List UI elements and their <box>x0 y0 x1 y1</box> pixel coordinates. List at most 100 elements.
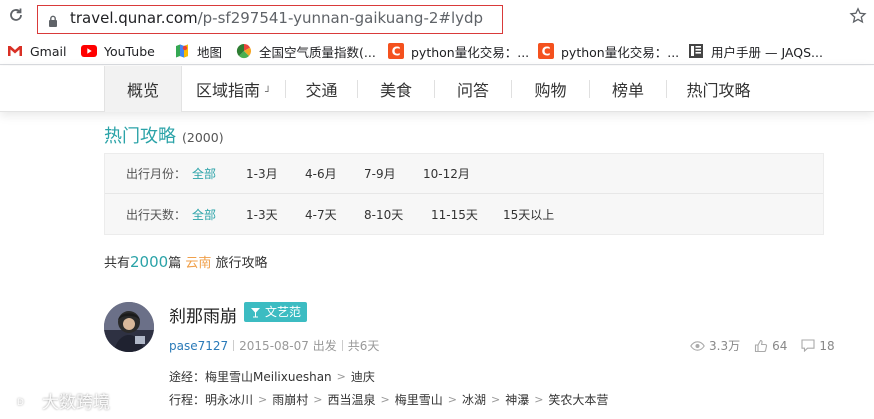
summary-count: 2000 <box>130 253 169 271</box>
itinerary-line: 行程： 明永冰川 > 雨崩村 > 西当温泉 > 梅里雪山 > 冰湖 > 神瀑 >… <box>169 391 608 408</box>
itinerary-arrow-icon: > <box>534 393 544 406</box>
filter-option-days-all[interactable]: 全部 <box>192 206 216 223</box>
filter-option-month[interactable]: 4-6月 <box>305 165 337 182</box>
itinerary-arrow-icon: > <box>313 393 323 406</box>
itinerary-stop[interactable]: 明永冰川 <box>205 391 253 408</box>
filter-option-month[interactable]: 1-3月 <box>246 165 278 182</box>
tab-region-guide[interactable]: 区域指南 ┘ <box>182 66 285 112</box>
itinerary-stop[interactable]: 梅里雪山 <box>395 391 443 408</box>
route-stop[interactable]: 迪庆 <box>351 368 375 385</box>
tab-label: 美食 <box>379 81 412 100</box>
itinerary-arrow-icon: > <box>258 393 268 406</box>
comments-count: 18 <box>819 338 835 353</box>
filter-panel: 出行月份： 全部 1-3月 4-6月 7-9月 10-12月 出行天数： 全部 … <box>104 153 824 235</box>
filter-option-days[interactable]: 1-3天 <box>246 206 278 223</box>
url-field[interactable]: travel.qunar.com/p-sf297541-yunnan-gaiku… <box>70 9 483 27</box>
thumbs-up-icon <box>755 339 768 352</box>
bookmark-label: Gmail <box>30 43 67 59</box>
address-bar-area: travel.qunar.com/p-sf297541-yunnan-gaiku… <box>0 0 874 36</box>
summary-location[interactable]: 云南 <box>185 256 211 271</box>
bookmark-maps[interactable]: 地图 <box>174 42 222 60</box>
filter-option-days[interactable]: 8-10天 <box>364 206 403 223</box>
comments-stat[interactable]: 18 <box>801 338 835 353</box>
bookmark-jaqs[interactable]: 用户手册 — JAQS... <box>688 42 823 60</box>
section-title-text: 热门攻略 <box>104 126 176 147</box>
tab-food[interactable]: 美食 <box>358 66 434 112</box>
likes-stat[interactable]: 64 <box>754 339 787 353</box>
filter-row-month: 出行月份： 全部 1-3月 4-6月 7-9月 10-12月 <box>105 154 823 194</box>
meta-divider <box>341 340 343 351</box>
views-stat: 3.3万 <box>690 337 740 354</box>
tab-rankings[interactable]: 榜单 <box>590 66 666 112</box>
gmail-icon <box>7 43 23 59</box>
filter-option-days[interactable]: 15天以上 <box>503 206 554 223</box>
watermark-text: 大数跨境 <box>42 393 110 413</box>
bookmark-aqi[interactable]: 全国空气质量指数(... <box>236 42 376 60</box>
itinerary-stop[interactable]: 笑农大本营 <box>548 391 608 408</box>
tab-shopping[interactable]: 购物 <box>512 66 589 112</box>
route-label: 途经： <box>169 370 206 384</box>
tab-label: 问答 <box>456 81 489 100</box>
route-stop[interactable]: 梅里雪山Meilixueshan <box>205 368 332 385</box>
tab-label: 概览 <box>126 81 159 100</box>
bookmark-label: YouTube <box>104 43 155 59</box>
meta-divider <box>233 340 235 351</box>
views-count: 3.3万 <box>709 339 741 353</box>
tab-label: 榜单 <box>611 81 644 100</box>
bookmark-label: python量化交易：... <box>411 44 530 60</box>
lock-icon[interactable] <box>48 12 58 27</box>
filter-option-days[interactable]: 4-7天 <box>305 206 337 223</box>
author-link[interactable]: pase7127 <box>169 339 228 353</box>
filter-option-month-all[interactable]: 全部 <box>192 165 216 182</box>
reload-icon[interactable] <box>6 7 26 27</box>
summary-mid: 篇 <box>168 256 182 271</box>
filter-label-days: 出行天数： <box>126 207 187 222</box>
bookmark-csdn-1[interactable]: C python量化交易：... <box>388 42 529 60</box>
svg-text:D: D <box>17 398 24 408</box>
itinerary-label: 行程： <box>169 393 206 407</box>
itinerary-stop[interactable]: 神瀑 <box>505 391 529 408</box>
filter-option-month[interactable]: 7-9月 <box>364 165 396 182</box>
section-title: 热门攻略 (2000) <box>104 122 224 148</box>
doc-icon <box>688 43 704 59</box>
watermark-logo-icon: D <box>5 390 37 411</box>
badge-label: 文艺范 <box>265 305 302 319</box>
tab-overview[interactable]: 概览 <box>104 66 182 112</box>
tab-qa[interactable]: 问答 <box>435 66 511 112</box>
route-arrow-icon: > <box>336 370 346 383</box>
csdn-icon: C <box>388 43 404 59</box>
style-badge: 文艺范 <box>244 302 308 322</box>
maps-icon <box>174 43 190 59</box>
comment-icon <box>801 339 815 352</box>
tab-label: 交通 <box>305 81 338 100</box>
article-stats: 3.3万 64 18 <box>690 337 835 354</box>
tab-label: 购物 <box>534 81 567 100</box>
article-title[interactable]: 刹那雨崩 <box>169 302 237 327</box>
bookmark-label: 全国空气质量指数(... <box>259 44 376 60</box>
section-count: (2000) <box>182 130 224 145</box>
site-nav-bar: 概览 区域指南 ┘ 交通 美食 问答 购物 榜单 热门攻略 <box>0 66 874 112</box>
summary-suffix: 旅行攻略 <box>215 256 268 271</box>
author-avatar[interactable] <box>104 302 154 352</box>
corner-arrow-icon: ┘ <box>264 86 272 98</box>
url-host: travel.qunar.com <box>70 9 198 27</box>
bookmark-star-icon[interactable] <box>848 7 868 27</box>
cocktail-icon <box>250 307 261 318</box>
bookmark-youtube[interactable]: YouTube <box>81 42 155 60</box>
filter-option-month[interactable]: 10-12月 <box>423 165 470 182</box>
bookmark-csdn-2[interactable]: C python量化交易：... <box>538 42 679 60</box>
summary-prefix: 共有 <box>104 256 131 271</box>
itinerary-stop[interactable]: 雨崩村 <box>272 391 308 408</box>
tab-transport[interactable]: 交通 <box>286 66 357 112</box>
csdn-icon: C <box>538 43 554 59</box>
itinerary-stop[interactable]: 冰湖 <box>462 391 486 408</box>
bookmark-label: 地图 <box>197 44 223 60</box>
results-summary: 共有2000篇 云南 旅行攻略 <box>104 252 268 271</box>
svg-text:C: C <box>542 45 551 59</box>
bookmark-gmail[interactable]: Gmail <box>7 42 66 60</box>
filter-row-days: 出行天数： 全部 1-3天 4-7天 8-10天 11-15天 15天以上 <box>105 194 823 234</box>
trip-duration: 共6天 <box>347 339 380 353</box>
filter-option-days[interactable]: 11-15天 <box>431 206 478 223</box>
tab-hot-guides[interactable]: 热门攻略 <box>667 66 770 112</box>
itinerary-stop[interactable]: 西当温泉 <box>327 391 375 408</box>
